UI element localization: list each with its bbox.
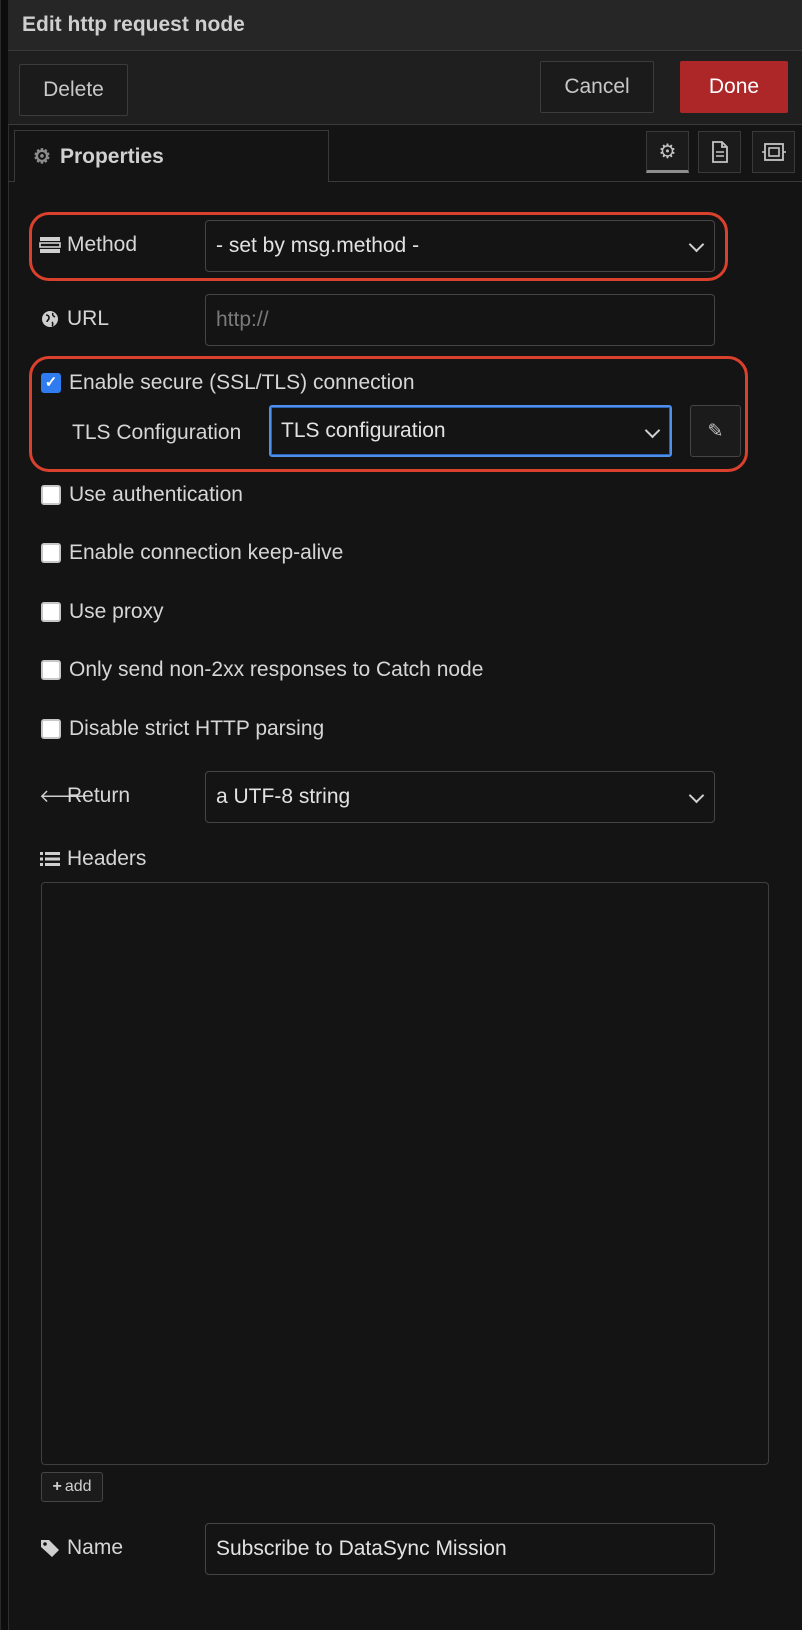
settings-tab[interactable]: ⚙ <box>646 131 689 173</box>
gear-icon: ⚙ <box>33 146 51 168</box>
return-label: Return <box>67 784 131 807</box>
tab-properties[interactable]: ⚙ Properties <box>14 130 329 182</box>
return-select[interactable]: a UTF-8 string <box>205 771 715 823</box>
tls-checkbox[interactable]: ✓ <box>41 373 61 393</box>
url-label-row: URL <box>39 307 109 331</box>
name-label: Name <box>67 1536 124 1559</box>
keep-alive-label: Enable connection keep-alive <box>69 541 344 564</box>
gear-icon: ⚙ <box>658 140 677 163</box>
name-input[interactable]: Subscribe to DataSync Mission <box>205 1523 715 1575</box>
strict-http-label: Disable strict HTTP parsing <box>69 717 325 740</box>
plus-icon: + <box>52 1478 62 1495</box>
headers-list[interactable] <box>41 882 769 1465</box>
frame-icon <box>761 143 786 161</box>
list-icon <box>40 852 60 866</box>
use-proxy-label: Use proxy <box>69 600 164 623</box>
tag-icon <box>41 1540 59 1557</box>
use-proxy-checkbox[interactable] <box>41 602 61 622</box>
cancel-button[interactable]: Cancel <box>540 61 654 113</box>
tray-edge <box>1 0 9 1630</box>
name-label-row: Name <box>39 1536 123 1560</box>
use-authentication-checkbox[interactable] <box>41 485 61 505</box>
delete-button[interactable]: Delete <box>19 64 128 116</box>
non-2xx-catch-label: Only send non-2xx responses to Catch nod… <box>69 658 484 681</box>
url-input[interactable]: http:// <box>205 294 715 346</box>
chevron-down-icon <box>688 236 705 253</box>
list-box-icon <box>39 237 61 253</box>
tls-enable-label: Enable secure (SSL/TLS) connection <box>69 371 415 394</box>
edit-tray: Edit http request node Delete Cancel Don… <box>0 0 802 1630</box>
document-icon <box>711 141 728 163</box>
pencil-icon: ✎ <box>707 420 724 442</box>
tray-header: Edit http request node <box>8 0 802 51</box>
tls-config-select[interactable]: TLS configuration <box>269 405 672 457</box>
url-placeholder: http:// <box>216 308 269 331</box>
edit-tls-config-button[interactable]: ✎ <box>690 405 741 457</box>
method-label-row: Method <box>39 233 137 257</box>
tray-toolbar: Delete Cancel Done <box>8 51 802 125</box>
return-value: a UTF-8 string <box>216 785 351 808</box>
tls-config-label: TLS Configuration <box>72 421 242 444</box>
tray-title: Edit http request node <box>22 13 245 36</box>
strict-http-checkbox[interactable] <box>41 719 61 739</box>
url-label: URL <box>67 307 110 330</box>
arrow-left-icon: 🡐 <box>39 785 88 806</box>
headers-label-row: Headers <box>39 847 146 871</box>
tab-properties-label: Properties <box>59 144 164 168</box>
appearance-tab[interactable] <box>752 131 795 173</box>
add-header-button[interactable]: + add <box>41 1472 103 1502</box>
tls-config-value: TLS configuration <box>281 419 446 442</box>
done-button[interactable]: Done <box>680 61 788 113</box>
use-authentication-label: Use authentication <box>69 483 243 506</box>
method-label: Method <box>67 233 138 256</box>
chevron-down-icon <box>688 787 705 804</box>
name-value: Subscribe to DataSync Mission <box>216 1537 507 1560</box>
chevron-down-icon <box>644 422 661 439</box>
non-2xx-catch-checkbox[interactable] <box>41 660 61 680</box>
add-header-label: add <box>64 1478 92 1495</box>
return-label-row: 🡐 Return <box>39 784 130 808</box>
method-select[interactable]: - set by msg.method - <box>205 220 715 272</box>
description-tab[interactable] <box>698 131 741 173</box>
globe-icon <box>42 311 58 327</box>
method-value: - set by msg.method - <box>216 234 420 257</box>
headers-label: Headers <box>67 847 147 870</box>
tab-bar: ⚙ Properties ⚙ <box>8 124 802 182</box>
keep-alive-checkbox[interactable] <box>41 543 61 563</box>
